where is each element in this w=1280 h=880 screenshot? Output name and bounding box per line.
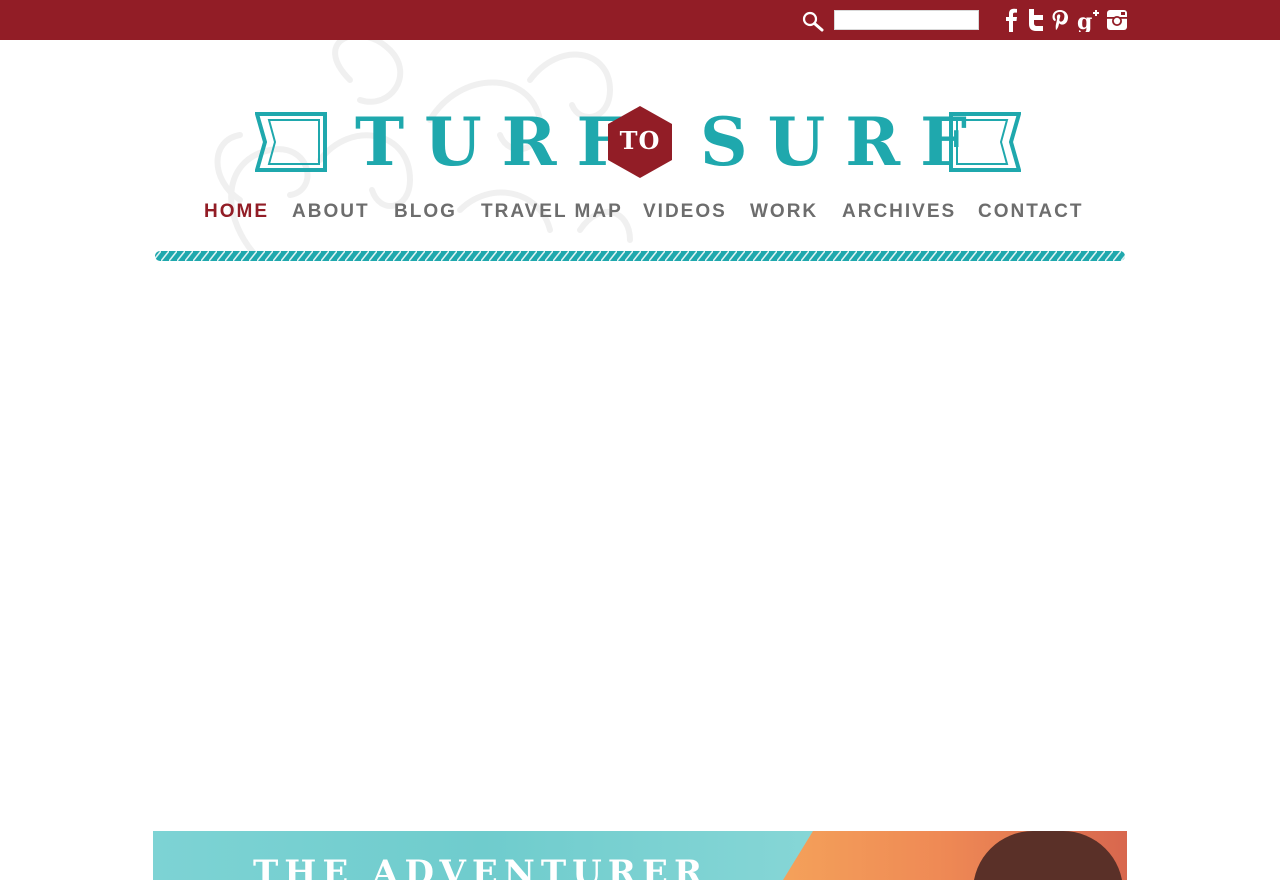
instagram-icon[interactable] <box>1106 8 1128 32</box>
site-logo[interactable]: TURF TO SURF <box>255 102 1025 184</box>
nav-item-travel-map[interactable]: TRAVEL MAP <box>481 198 623 226</box>
search-input[interactable] <box>834 10 979 30</box>
nav-item-archives[interactable]: ARCHIVES <box>842 198 956 226</box>
logo-word-surf: SURF <box>700 103 987 181</box>
rope-divider <box>155 251 1125 261</box>
main-nav: HOME ABOUT BLOG TRAVEL MAP VIDEOS WORK A… <box>0 198 1280 228</box>
nav-item-blog[interactable]: BLOG <box>394 198 457 226</box>
nav-item-home[interactable]: HOME <box>204 198 269 226</box>
nav-item-videos[interactable]: VIDEOS <box>643 198 727 226</box>
logo-word-turf: TURF <box>355 103 644 181</box>
logo-flag-left <box>255 112 327 172</box>
nav-item-contact[interactable]: CONTACT <box>978 198 1083 226</box>
nav-item-work[interactable]: WORK <box>750 198 818 226</box>
banner-title: THE ADVENTURER <box>253 853 709 880</box>
facebook-icon[interactable] <box>1002 8 1020 32</box>
search-icon[interactable] <box>800 10 826 32</box>
pinterest-icon[interactable] <box>1050 8 1070 32</box>
top-bar: g <box>0 0 1280 40</box>
nav-item-about[interactable]: ABOUT <box>292 198 370 226</box>
hero-banner[interactable]: THE ADVENTURER <box>153 831 1127 880</box>
logo-flag-right <box>949 112 1021 172</box>
twitter-icon[interactable] <box>1026 8 1046 32</box>
site-header: TURF TO SURF HOME ABOUT BLOG TRAVEL MAP … <box>0 40 1280 270</box>
svg-text:g: g <box>1077 9 1092 32</box>
google-plus-icon[interactable]: g <box>1077 8 1101 32</box>
logo-word-to: TO <box>619 126 661 155</box>
